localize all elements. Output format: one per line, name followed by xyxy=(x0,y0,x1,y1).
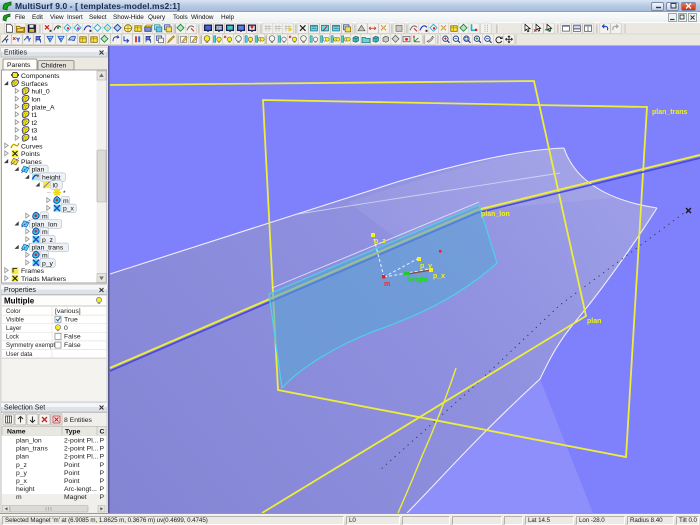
svg-text:m: m xyxy=(384,281,390,288)
svg-text:plan: plan xyxy=(16,454,29,461)
svg-text:Arc-lengt...: Arc-lengt... xyxy=(64,486,97,493)
svg-text:0: 0 xyxy=(64,325,68,332)
svg-text:Parents: Parents xyxy=(7,62,31,69)
svg-text:t1: t1 xyxy=(32,112,38,119)
svg-text:Point: Point xyxy=(64,478,80,485)
svg-text:Curves: Curves xyxy=(21,143,43,150)
svg-text:User data: User data xyxy=(6,351,33,358)
svg-text:P: P xyxy=(100,470,105,477)
svg-text:plan_trans: plan_trans xyxy=(652,109,688,116)
svg-text:p_x: p_x xyxy=(433,273,445,280)
svg-text:t2: t2 xyxy=(32,120,38,127)
svg-text:plate_A: plate_A xyxy=(32,104,56,111)
svg-text:Multiple: Multiple xyxy=(4,297,35,306)
svg-text:Surfaces: Surfaces xyxy=(21,81,48,88)
svg-text:Children: Children xyxy=(41,63,67,70)
svg-text:[various]: [various] xyxy=(55,308,81,315)
svg-text:hull_0: hull_0 xyxy=(32,89,50,96)
svg-text:P: P xyxy=(100,438,105,445)
svg-text:P: P xyxy=(100,454,105,461)
svg-text:m: m xyxy=(16,494,22,501)
svg-text:Entities: Entities xyxy=(4,50,27,57)
svg-text:Triads Markers: Triads Markers xyxy=(21,276,67,283)
svg-text:l0: l0 xyxy=(53,182,59,189)
svg-text:p_y: p_y xyxy=(42,260,54,267)
svg-text:plan_trans: plan_trans xyxy=(16,446,48,453)
svg-text:Lock: Lock xyxy=(6,334,20,341)
svg-text:Selection Set: Selection Set xyxy=(4,405,45,412)
svg-text:2-point Pl...: 2-point Pl... xyxy=(64,454,98,461)
svg-text:P: P xyxy=(100,494,105,501)
svg-text:lon: lon xyxy=(32,97,41,104)
svg-text:plan_lon: plan_lon xyxy=(481,211,510,218)
svg-text:Layer: Layer xyxy=(6,325,21,332)
svg-text:Name: Name xyxy=(7,429,26,436)
svg-text:Points: Points xyxy=(21,151,40,158)
svg-text:C: C xyxy=(100,429,105,436)
svg-text:Type: Type xyxy=(65,429,81,436)
svg-text:p_z: p_z xyxy=(16,462,28,469)
svg-text:True: True xyxy=(64,316,78,323)
svg-text:Magnet: Magnet xyxy=(64,494,87,501)
svg-text:8 Entities: 8 Entities xyxy=(64,417,93,424)
svg-text:plan_trans: plan_trans xyxy=(32,245,64,252)
svg-text:height: height xyxy=(16,486,35,493)
svg-text:P: P xyxy=(100,486,105,493)
svg-text:P: P xyxy=(100,462,105,469)
svg-text:Point: Point xyxy=(64,462,80,469)
svg-text:P: P xyxy=(100,446,105,453)
svg-text:Components: Components xyxy=(21,73,60,80)
svg-text:p_x: p_x xyxy=(16,478,28,485)
svg-text:Properties: Properties xyxy=(4,287,36,294)
svg-text:height: height xyxy=(407,277,429,284)
svg-text:plan_lon: plan_lon xyxy=(16,438,42,445)
svg-text:2-point Pl...: 2-point Pl... xyxy=(64,438,98,445)
svg-text:t4: t4 xyxy=(32,136,38,143)
svg-text:Visible: Visible xyxy=(6,316,24,323)
svg-text:Color: Color xyxy=(6,308,21,315)
svg-text:Point: Point xyxy=(64,470,80,477)
svg-text:t3: t3 xyxy=(32,128,38,135)
svg-text:Frames: Frames xyxy=(21,268,45,275)
svg-text:p_z: p_z xyxy=(374,238,386,245)
svg-text:False: False xyxy=(64,342,81,349)
svg-text:False: False xyxy=(64,334,81,341)
svg-text:Symmetry exempt: Symmetry exempt xyxy=(6,342,55,349)
svg-text:p_y: p_y xyxy=(420,263,432,270)
svg-text:plan: plan xyxy=(587,318,601,325)
svg-text:P: P xyxy=(100,478,105,485)
svg-text:p_x: p_x xyxy=(63,206,75,213)
svg-text:2-point Pl...: 2-point Pl... xyxy=(64,446,98,453)
svg-text:p_y: p_y xyxy=(16,470,28,477)
